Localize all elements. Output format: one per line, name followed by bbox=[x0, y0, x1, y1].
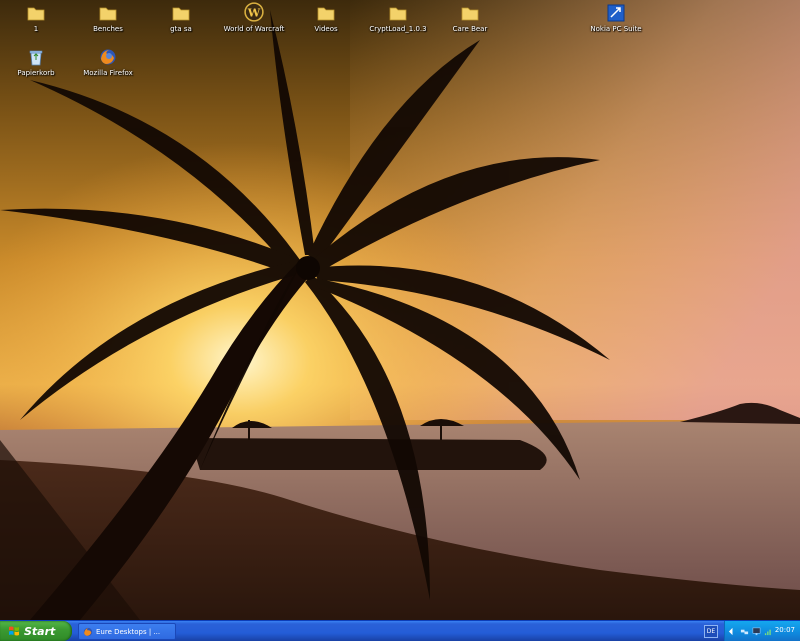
taskbar-button-label: Eure Desktops | ... bbox=[96, 627, 161, 636]
network-icon[interactable] bbox=[740, 627, 749, 636]
desktop-wallpaper bbox=[0, 0, 800, 620]
taskbar: Start Eure Desktops | ... DE 20:07 bbox=[0, 620, 800, 641]
desktop-icon-cryptload[interactable]: CryptLoad_1.0.3 bbox=[362, 4, 434, 34]
desktop-icon-label: Benches bbox=[93, 25, 123, 33]
arrow-icon[interactable] bbox=[728, 627, 737, 636]
firefox-icon bbox=[83, 627, 93, 636]
start-button[interactable]: Start bbox=[0, 621, 72, 641]
desktop-icon-label: CryptLoad_1.0.3 bbox=[369, 25, 427, 33]
desktop-icon-label: gta sa bbox=[170, 25, 192, 33]
desktop-icon-label: Nokia PC Suite bbox=[590, 25, 642, 33]
desktop-icon-gta-sa[interactable]: gta sa bbox=[145, 4, 217, 34]
desktop-icon-label: Videos bbox=[314, 25, 338, 33]
language-indicator[interactable]: DE bbox=[704, 625, 718, 638]
folder-icon bbox=[461, 7, 479, 21]
desktop-icon-nokia-pc-suite[interactable]: Nokia PC Suite bbox=[580, 4, 652, 34]
desktop-icon-label: Mozilla Firefox bbox=[83, 69, 133, 77]
desktop-icon-care-bear[interactable]: Care Bear bbox=[434, 4, 506, 34]
signal-icon[interactable] bbox=[764, 627, 773, 636]
app-shortcut-icon bbox=[607, 4, 625, 22]
folder-icon bbox=[317, 7, 335, 21]
desktop-icon-1[interactable]: 1 bbox=[0, 4, 72, 34]
desktop-icon-label: Care Bear bbox=[452, 25, 488, 33]
folder-icon bbox=[389, 7, 407, 21]
desktop-icon-label: Papierkorb bbox=[17, 69, 55, 77]
folder-icon bbox=[99, 7, 117, 21]
desktop-icon-label: 1 bbox=[33, 25, 39, 33]
wow-icon: W bbox=[244, 2, 264, 22]
desktop-icon-recycle-bin[interactable]: Papierkorb bbox=[0, 48, 72, 78]
recycle-bin-icon bbox=[29, 50, 43, 66]
desktop-icon-firefox[interactable]: Mozilla Firefox bbox=[72, 48, 144, 78]
system-tray: 20:07 bbox=[724, 621, 800, 641]
folder-icon bbox=[27, 7, 45, 21]
desktop-icon-benches[interactable]: Benches bbox=[72, 4, 144, 34]
start-label: Start bbox=[24, 624, 56, 638]
windows-flag-icon bbox=[9, 626, 19, 636]
clock[interactable]: 20:07 bbox=[775, 626, 795, 634]
desktop-icon-label: World of Warcraft bbox=[223, 25, 285, 33]
desktop-icon-videos[interactable]: Videos bbox=[290, 4, 362, 34]
desktop-icon-world-of-warcraft[interactable]: W World of Warcraft bbox=[218, 2, 290, 34]
folder-icon bbox=[172, 7, 190, 21]
svg-text:W: W bbox=[247, 6, 261, 19]
firefox-icon bbox=[100, 49, 116, 65]
monitor-icon[interactable] bbox=[752, 627, 761, 636]
taskbar-button-firefox[interactable]: Eure Desktops | ... bbox=[78, 623, 176, 640]
